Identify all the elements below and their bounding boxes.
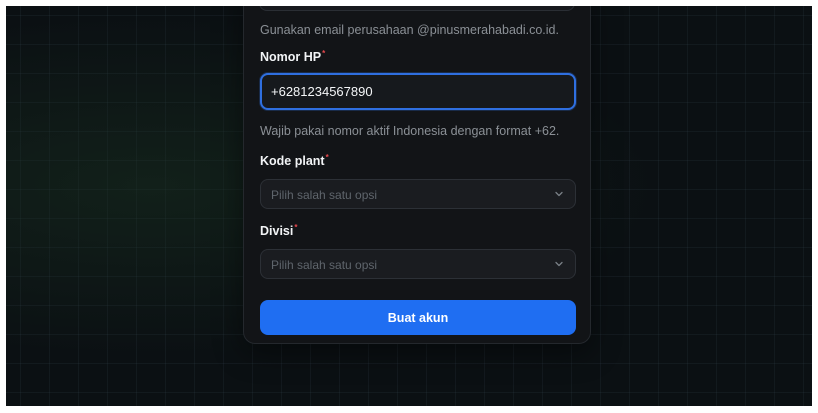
chevron-down-icon	[555, 191, 563, 197]
phone-input[interactable]	[260, 73, 576, 110]
phone-label-text: Nomor HP	[260, 50, 322, 64]
division-select-placeholder: Pilih salah satu opsi	[271, 258, 378, 272]
phone-required-mark: *	[322, 49, 326, 58]
plant-select[interactable]: Pilih salah satu opsi	[260, 179, 576, 209]
chevron-down-icon	[555, 261, 563, 267]
plant-select-placeholder: Pilih salah satu opsi	[271, 188, 378, 202]
division-label-text: Divisi	[260, 224, 294, 238]
phone-label: Nomor HP*	[260, 49, 326, 64]
email-hint: Gunakan email perusahaan @pinusmerahabad…	[260, 23, 559, 37]
signup-form-card: Gunakan email perusahaan @pinusmerahabad…	[243, 6, 591, 344]
phone-hint: Wajib pakai nomor aktif Indonesia dengan…	[260, 124, 560, 138]
plant-label: Kode plant*	[260, 153, 329, 168]
division-label: Divisi*	[260, 223, 298, 238]
division-required-mark: *	[294, 223, 298, 232]
plant-required-mark: *	[325, 153, 329, 162]
email-field[interactable]	[259, 6, 575, 11]
create-account-button[interactable]: Buat akun	[260, 300, 576, 335]
page-background: Gunakan email perusahaan @pinusmerahabad…	[6, 6, 812, 406]
division-select[interactable]: Pilih salah satu opsi	[260, 249, 576, 279]
plant-label-text: Kode plant	[260, 154, 325, 168]
